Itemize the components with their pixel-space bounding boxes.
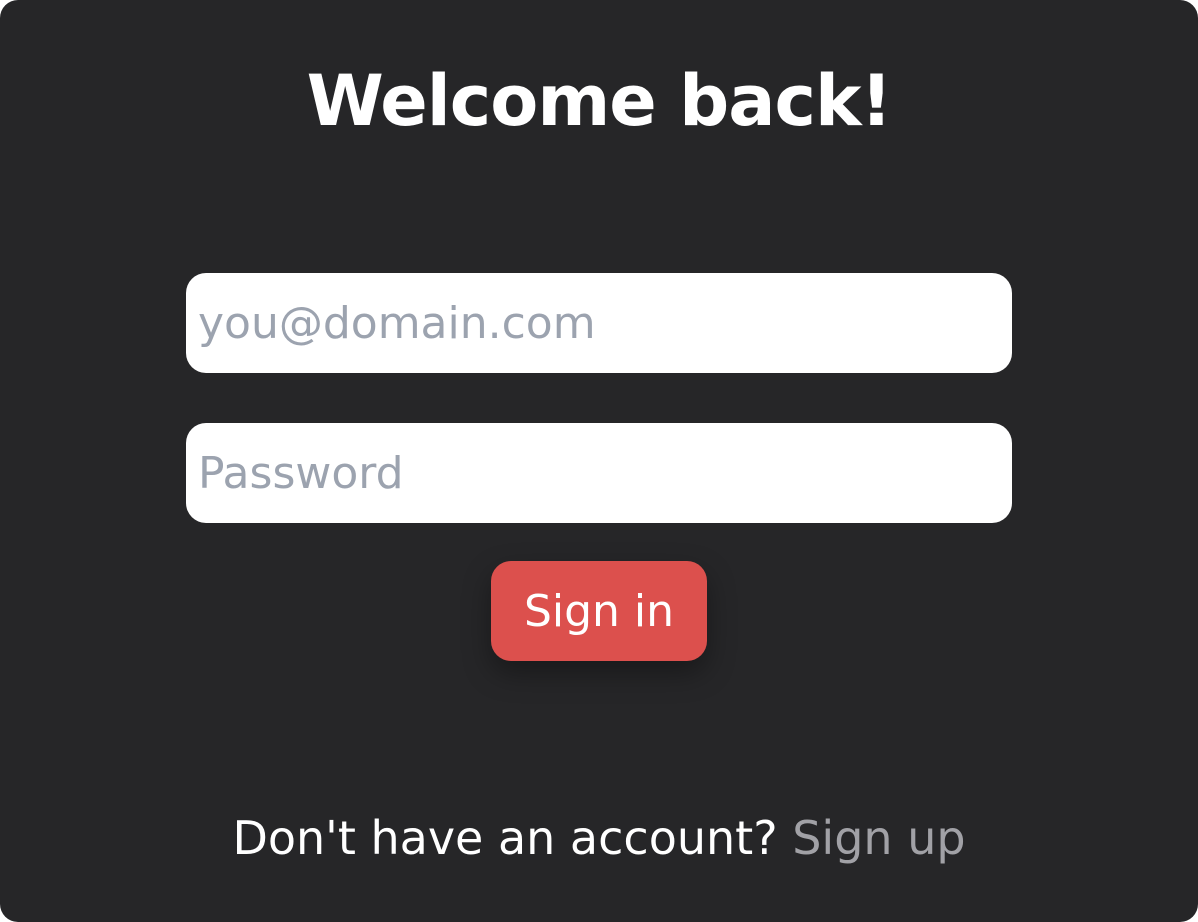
signup-prompt-text: Don't have an account? [232, 811, 778, 865]
password-field[interactable] [186, 423, 1012, 523]
signup-prompt: Don't have an account? Sign up [0, 806, 1198, 870]
email-field[interactable] [186, 273, 1012, 373]
sign-up-link[interactable]: Sign up [792, 811, 965, 865]
login-card: Welcome back! Sign in Don't have an acco… [0, 0, 1198, 922]
sign-in-button[interactable]: Sign in [491, 561, 707, 661]
page-title: Welcome back! [306, 60, 893, 142]
